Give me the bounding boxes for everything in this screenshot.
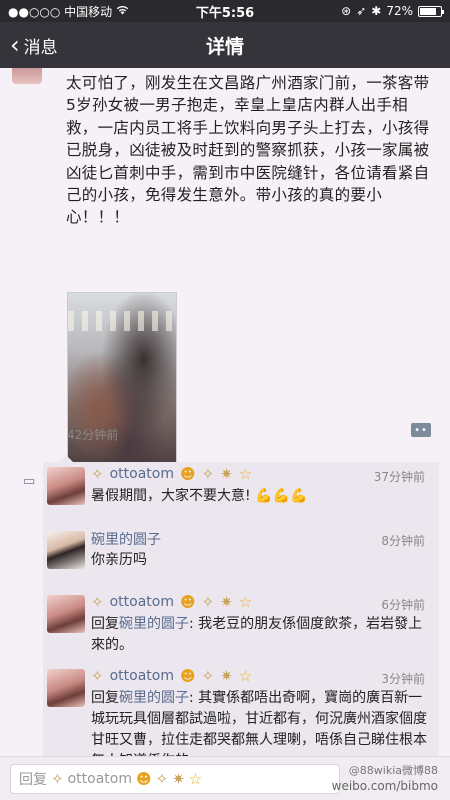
clock: 下午5:56 xyxy=(195,5,255,21)
status-bar: ●●○○○ 中国移动 下午5:56 ⊛ ➶ ✱ 72% xyxy=(0,0,450,22)
sparkle-icon: ✧ xyxy=(201,593,215,611)
nav-bar: ‹ 消息 详情 xyxy=(0,22,450,68)
post-detail: 太可怕了，刚发生在文昌路广州酒家门前，一茶客带5岁孙女被一男子抱走，幸皇上皇店内… xyxy=(0,68,450,769)
author-name: ottoatom xyxy=(109,668,174,684)
comment-author[interactable]: ✧ ottoatom ☻ ✧ ✷ ☆ xyxy=(91,465,252,483)
post-timestamp: 42分钟前 xyxy=(67,428,119,442)
grin-emoji-icon: ☻ xyxy=(179,593,196,611)
author-name: 碗里的圆子 xyxy=(91,532,161,548)
carrier-label: ●●○○○ 中国移动 xyxy=(8,4,113,19)
comment-item[interactable]: ✧ ottoatom ☻ ✧ ✷ ☆ 6分钟前 回复碗里的圆子: 我老豆的朋友係… xyxy=(43,590,439,662)
comment-author[interactable]: 碗里的圆子 xyxy=(91,529,161,549)
party-popper-icon: ✷ xyxy=(220,667,233,685)
author-name: ottoatom xyxy=(109,466,174,482)
grin-emoji-icon: ☻ xyxy=(179,667,196,685)
flexed-arm-emoji-icon: 💪💪💪 xyxy=(255,488,308,504)
party-popper-icon: ✷ xyxy=(172,770,185,788)
photo-detail xyxy=(68,311,176,331)
sparkle-icon: ✧ xyxy=(91,667,104,685)
star-icon: ☆ xyxy=(188,770,203,788)
avatar[interactable] xyxy=(47,595,85,633)
comment-author[interactable]: ✧ ottoatom ☻ ✧ ✷ ☆ xyxy=(91,593,252,611)
party-popper-icon: ✷ xyxy=(220,593,233,611)
reply-to-user[interactable]: 碗里的圆子 xyxy=(119,690,189,706)
star-icon: ☆ xyxy=(238,465,253,483)
star-icon: ☆ xyxy=(238,667,253,685)
comment-item[interactable]: ✧ ottoatom ☻ ✧ ✷ ☆ 3分钟前 回复碗里的圆子: 其實係都唔出奇… xyxy=(43,664,439,769)
reply-to-user[interactable]: 碗里的圆子 xyxy=(119,616,189,632)
back-label: 消息 xyxy=(23,37,58,58)
back-button[interactable]: ‹ 消息 xyxy=(10,22,58,68)
wifi-icon xyxy=(116,4,129,18)
reply-prefix: 回复 xyxy=(19,772,47,788)
sparkle-icon: ✧ xyxy=(51,770,64,788)
avatar[interactable] xyxy=(47,467,85,505)
post-text: 太可怕了，刚发生在文昌路广州酒家门前，一茶客带5岁孙女被一男子抱走，幸皇上皇店内… xyxy=(66,74,430,227)
watermark-url: weibo.com/bibmo xyxy=(331,779,438,793)
bluetooth-icon: ✱ xyxy=(371,4,382,18)
post-photo[interactable] xyxy=(67,292,177,485)
comment-item[interactable]: 碗里的圆子 8分钟前 你亲历吗 xyxy=(43,526,439,588)
star-icon: ☆ xyxy=(238,593,253,611)
comment-icon: ▭ xyxy=(23,474,36,489)
status-indicators: ⊛ ➶ ✱ 72% xyxy=(292,4,444,18)
avatar[interactable] xyxy=(47,531,85,569)
comment-time: 37分钟前 xyxy=(373,470,425,484)
comment-list: ✧ ottoatom ☻ ✧ ✷ ☆ 37分钟前 暑假期間，大家不要大意! 💪💪… xyxy=(43,455,439,769)
battery-icon xyxy=(418,5,444,17)
sparkle-icon: ✧ xyxy=(155,770,169,788)
page-title: 详情 xyxy=(205,35,244,58)
reply-label: 回复 xyxy=(91,616,119,632)
comment-text: 暑假期間，大家不要大意! 💪💪💪 xyxy=(91,486,431,507)
author-avatar[interactable] xyxy=(12,68,42,84)
grin-emoji-icon: ☻ xyxy=(179,465,196,483)
author-name: ottoatom xyxy=(109,594,174,610)
more-actions-button[interactable]: •• xyxy=(411,423,431,437)
sparkle-icon: ✧ xyxy=(201,465,215,483)
party-popper-icon: ✷ xyxy=(220,465,233,483)
battery-percent: 72% xyxy=(386,4,413,18)
reply-target-name: ottoatom xyxy=(67,771,132,787)
sparkle-icon: ✧ xyxy=(201,667,215,685)
comment-author[interactable]: ✧ ottoatom ☻ ✧ ✷ ☆ xyxy=(91,667,252,685)
comment-time: 8分钟前 xyxy=(381,534,425,548)
sparkle-icon: ✧ xyxy=(91,593,104,611)
avatar[interactable] xyxy=(47,669,85,707)
comment-text: 你亲历吗 xyxy=(91,552,147,568)
comment-time: 3分钟前 xyxy=(381,672,425,686)
sparkle-icon: ✧ xyxy=(91,465,104,483)
comment-text: 回复碗里的圆子: 我老豆的朋友係個度飲茶，岩岩發上來的。 xyxy=(91,614,431,656)
watermark-handle: @88wikia微博88 xyxy=(348,764,438,777)
lock-rotation-icon: ⊛ xyxy=(341,4,352,18)
reply-label: 回复 xyxy=(91,690,119,706)
comment-time: 6分钟前 xyxy=(381,598,425,612)
comment-body: 暑假期間，大家不要大意! xyxy=(91,488,251,504)
carrier-info: ●●○○○ 中国移动 xyxy=(8,3,158,20)
grin-emoji-icon: ☻ xyxy=(135,770,152,788)
comment-item[interactable]: ✧ ottoatom ☻ ✧ ✷ ☆ 37分钟前 暑假期間，大家不要大意! 💪💪… xyxy=(43,462,439,524)
reply-input[interactable]: 回复 ✧ ottoatom ☻ ✧ ✷ ☆ xyxy=(10,764,340,794)
location-icon: ➶ xyxy=(356,4,367,18)
chevron-left-icon: ‹ xyxy=(10,31,20,59)
